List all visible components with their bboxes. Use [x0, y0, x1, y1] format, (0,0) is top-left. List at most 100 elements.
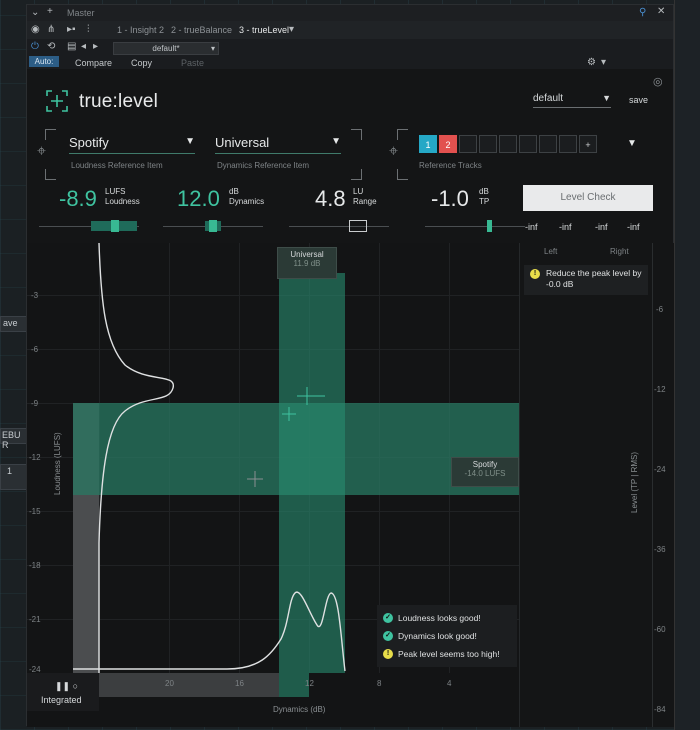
routing-icon[interactable]: ⋔: [47, 24, 55, 36]
dynamics-slider-thumb[interactable]: [209, 220, 217, 232]
preset-dropdown[interactable]: default ▼: [533, 93, 611, 108]
range-slider[interactable]: [289, 226, 389, 227]
dynamics-reference-caption: Dynamics Reference Item: [217, 161, 310, 170]
loudness-dynamics-graph[interactable]: Universal 11.9 dB Spotify -14.0 LUFS -3 …: [27, 243, 519, 673]
y-tick: -6: [31, 345, 39, 354]
host-track-strip: 1: [0, 464, 28, 490]
sidechain-icon[interactable]: ▸▪: [67, 24, 76, 36]
host-track-strip: EBU R: [0, 428, 28, 450]
true-peak-slider-thumb[interactable]: [487, 220, 492, 232]
reference-track-slot[interactable]: 2: [439, 135, 457, 153]
status-text: Loudness looks good!: [398, 613, 481, 623]
reference-track-slot[interactable]: [539, 135, 557, 153]
inf-readout: -inf: [627, 222, 640, 232]
target-crosshair-icon[interactable]: ⌖: [37, 143, 46, 161]
status-row: ✓ Dynamics look good!: [383, 627, 511, 645]
graph-bottom-bar: ❚❚ ○ Integrated 20 16 12 8 4 Dynamics (d…: [27, 673, 519, 727]
preset-list-icon[interactable]: ▤: [67, 41, 76, 53]
close-icon[interactable]: ✕: [657, 6, 665, 18]
status-row: ! Peak level seems too high!: [383, 645, 511, 663]
tab-truelevel[interactable]: 3 - trueLevel: [239, 25, 289, 35]
paste-button[interactable]: Paste: [181, 58, 204, 68]
loudness-reference-value: Spotify: [69, 135, 109, 150]
warning-icon: !: [383, 649, 393, 659]
next-preset-icon[interactable]: ▸: [93, 41, 98, 53]
truelevel-logo: true:level: [79, 91, 159, 112]
reference-tracks-dropdown-icon[interactable]: ▼: [627, 138, 637, 149]
preset-name: default*: [152, 44, 180, 53]
y-axis-label: Loudness (LUFS): [53, 432, 62, 495]
meter-scale-line: [652, 243, 653, 727]
meter-tick: -60: [654, 625, 666, 634]
integration-mode-toggle[interactable]: ❚❚ ○ Integrated: [27, 673, 99, 711]
prev-preset-icon[interactable]: ◂: [81, 41, 86, 53]
pin-icon[interactable]: ⚲: [639, 7, 646, 19]
true-peak-unit: dB: [479, 187, 489, 196]
tab-insight2[interactable]: 1 - Insight 2: [117, 25, 164, 35]
truelevel-panel: true:level default ▼ save ◎ ⌖ Spotify ▼ …: [27, 69, 674, 727]
meter-right-label: Right: [610, 247, 629, 256]
reference-tracks-slots: 1 2 +: [419, 135, 597, 153]
tab-truebalance[interactable]: 2 - trueBalance: [171, 25, 232, 35]
chevron-down-icon: ▼: [602, 93, 611, 103]
loudness-unit: LUFS: [105, 187, 126, 196]
gear-icon[interactable]: ⚙: [587, 57, 596, 69]
level-check-button[interactable]: Level Check: [523, 185, 653, 211]
target-crosshair-icon[interactable]: ⌖: [389, 143, 398, 161]
automation-icon[interactable]: ⏻: [31, 41, 39, 53]
range-slider-thumb[interactable]: [349, 220, 367, 232]
x-tick: 8: [377, 679, 382, 688]
dynamics-range-band: [99, 673, 279, 697]
add-icon[interactable]: +: [47, 6, 53, 18]
x-tick: 4: [447, 679, 452, 688]
y-tick: -24: [29, 665, 41, 673]
window-titlebar[interactable]: ⌄ + Master ⚲ ✕: [27, 5, 673, 21]
power-icon[interactable]: ◉: [31, 24, 40, 36]
automation-mode-icon[interactable]: ⟲: [47, 41, 55, 53]
dynamics-histogram: [73, 591, 346, 672]
meter-tick: -6: [656, 305, 664, 314]
preset-selector[interactable]: default* ▾: [113, 42, 219, 55]
peak-reduction-message: ! Reduce the peak level by -0.0 dB: [524, 265, 648, 295]
settings-icon[interactable]: ◎: [653, 75, 663, 88]
meter-tick: -12: [654, 385, 666, 394]
truelevel-logo-icon: [46, 90, 68, 112]
reference-crosshair: [282, 387, 325, 421]
insert-icon[interactable]: ⫶: [87, 24, 90, 36]
pause-icon[interactable]: ❚❚ ○: [55, 681, 78, 692]
preset-dropdown-value: default: [533, 93, 564, 104]
meter-tick: -84: [654, 705, 666, 714]
reference-track-slot[interactable]: [499, 135, 517, 153]
x-axis-label: Dynamics (dB): [273, 705, 326, 714]
host-label: ave: [3, 318, 18, 328]
loudness-value: -8.9: [59, 186, 97, 211]
reference-track-slot[interactable]: 1: [419, 135, 437, 153]
compare-button[interactable]: Compare: [75, 58, 112, 68]
loudness-reference-dropdown[interactable]: Spotify ▼: [69, 135, 195, 154]
window-title: Master: [67, 8, 95, 18]
reference-track-slot[interactable]: [459, 135, 477, 153]
bracket-corner: [45, 129, 56, 140]
chevron-down-icon: ▼: [331, 136, 341, 147]
y-tick: -12: [29, 453, 41, 462]
bracket-corner: [45, 169, 56, 180]
reference-track-slot[interactable]: [559, 135, 577, 153]
reference-track-slot[interactable]: [519, 135, 537, 153]
level-meter: Left Right ! Reduce the peak level by -0…: [519, 243, 674, 727]
range-label: Range: [353, 197, 377, 206]
add-reference-track-button[interactable]: +: [579, 135, 597, 153]
copy-button[interactable]: Copy: [131, 58, 152, 68]
chevron-down-icon: ▾: [210, 44, 215, 53]
loudness-histogram: [98, 243, 174, 673]
y-tick: -18: [29, 561, 41, 570]
dynamics-reference-dropdown[interactable]: Universal ▼: [215, 135, 341, 154]
reference-track-slot[interactable]: [479, 135, 497, 153]
auto-off-button[interactable]: Auto: Off: [29, 56, 59, 77]
chevron-down-icon[interactable]: ⌄: [31, 7, 39, 19]
true-peak-slider[interactable]: [425, 226, 525, 227]
chevron-down-icon[interactable]: ▾: [289, 24, 294, 36]
loudness-slider-thumb[interactable]: [111, 220, 119, 232]
save-button[interactable]: save: [629, 95, 648, 105]
inf-readout: -inf: [525, 222, 538, 232]
chevron-down-icon[interactable]: ▾: [601, 57, 606, 69]
